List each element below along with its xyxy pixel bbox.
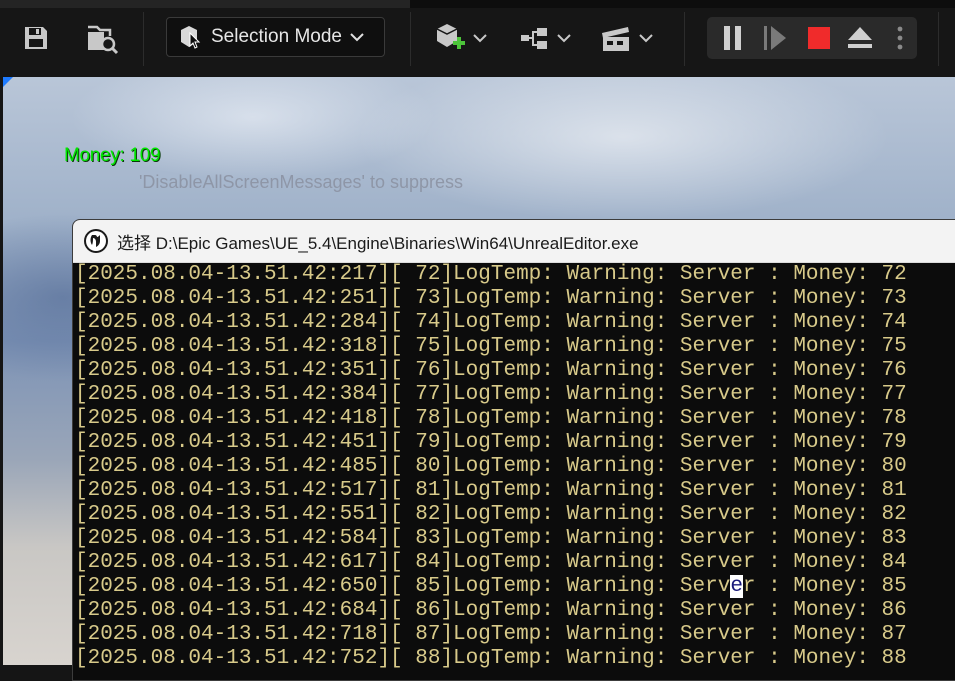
log-line-text: [2025.08.04-13.51.42:584][ 83]LogTemp: W… [75,527,907,550]
eject-button[interactable] [844,22,876,54]
stop-button[interactable] [803,22,835,54]
play-controls [707,17,917,59]
log-line-text: [2025.08.04-13.51.42:650][ 85]LogTemp: W… [75,575,731,598]
frame-skip-icon [764,26,786,50]
text-selection: e [730,575,743,598]
toolbar-separator [938,12,939,66]
save-button[interactable] [18,20,54,56]
mode-label: Selection Mode [211,26,342,47]
log-line-text: [2025.08.04-13.51.42:351][ 76]LogTemp: W… [75,359,907,382]
log-line: [2025.08.04-13.51.42:551][ 82]LogTemp: W… [75,503,907,527]
tab-strip-segment [0,0,410,8]
stop-icon [808,27,830,49]
console-titlebar[interactable]: 选择 D:\Epic Games\UE_5.4\Engine\Binaries\… [73,220,955,263]
log-line: [2025.08.04-13.51.42:284][ 74]LogTemp: W… [75,311,907,335]
log-line: [2025.08.04-13.51.42:684][ 86]LogTemp: W… [75,599,907,623]
suppress-hint: 'DisableAllScreenMessages' to suppress [139,172,464,192]
toolbar-separator [143,12,144,66]
mode-icon [181,26,201,49]
log-line-text: r : Money: 85 [742,575,907,598]
eject-icon [848,27,872,48]
log-line: [2025.08.04-13.51.42:485][ 80]LogTemp: W… [75,455,907,479]
log-line-text: [2025.08.04-13.51.42:684][ 86]LogTemp: W… [75,599,907,622]
toolbar-separator [410,12,411,66]
log-line: [2025.08.04-13.51.42:584][ 83]LogTemp: W… [75,527,907,551]
log-line: [2025.08.04-13.51.42:617][ 84]LogTemp: W… [75,551,907,575]
log-line-text: [2025.08.04-13.51.42:551][ 82]LogTemp: W… [75,503,907,526]
blueprint-icon [521,28,547,49]
log-line: [2025.08.04-13.51.42:318][ 75]LogTemp: W… [75,335,907,359]
log-line: [2025.08.04-13.51.42:351][ 76]LogTemp: W… [75,359,907,383]
log-line: [2025.08.04-13.51.42:251][ 73]LogTemp: W… [75,287,907,311]
browse-icon [88,25,119,55]
log-line: [2025.08.04-13.51.42:752][ 88]LogTemp: W… [75,647,907,671]
log-line: [2025.08.04-13.51.42:217][ 72]LogTemp: W… [75,263,907,287]
log-line-text: [2025.08.04-13.51.42:418][ 78]LogTemp: W… [75,407,907,430]
log-line-text: [2025.08.04-13.51.42:318][ 75]LogTemp: W… [75,335,907,358]
money-debug-message: Money: 109 [64,145,161,166]
cinematics-button[interactable] [596,20,656,56]
pause-button[interactable] [717,22,749,54]
add-actor-button[interactable] [430,20,490,56]
top-tab-strip [0,0,955,8]
add-actor-icon [436,24,465,49]
log-line-text: [2025.08.04-13.51.42:718][ 87]LogTemp: W… [75,623,907,646]
console-title: 选择 D:\Epic Games\UE_5.4\Engine\Binaries\… [117,233,639,253]
toolbar-separator [684,12,685,66]
console-window[interactable]: 选择 D:\Epic Games\UE_5.4\Engine\Binaries\… [72,219,955,681]
log-line-text: [2025.08.04-13.51.42:752][ 88]LogTemp: W… [75,647,907,670]
log-line: [2025.08.04-13.51.42:517][ 81]LogTemp: W… [75,479,907,503]
unreal-logo-icon [84,229,108,253]
log-line-text: [2025.08.04-13.51.42:485][ 80]LogTemp: W… [75,455,907,478]
viewport-focus-corner [3,77,13,87]
frame-skip-button[interactable] [760,22,792,54]
browse-button[interactable] [83,20,121,58]
chevron-down-icon [473,34,487,43]
pause-icon [724,26,741,50]
more-options-button[interactable] [889,22,911,54]
log-line-text: [2025.08.04-13.51.42:384][ 77]LogTemp: W… [75,383,907,406]
blueprint-button[interactable] [515,20,575,56]
log-line: [2025.08.04-13.51.42:384][ 77]LogTemp: W… [75,383,907,407]
chevron-down-icon [557,34,571,43]
log-line-text: [2025.08.04-13.51.42:617][ 84]LogTemp: W… [75,551,907,574]
log-line: [2025.08.04-13.51.42:718][ 87]LogTemp: W… [75,623,907,647]
log-line-text: [2025.08.04-13.51.42:451][ 79]LogTemp: W… [75,431,907,454]
log-line-text: [2025.08.04-13.51.42:251][ 73]LogTemp: W… [75,287,907,310]
chevron-down-icon [350,33,364,42]
more-icon [897,26,903,50]
selection-mode-dropdown[interactable]: Selection Mode [166,17,385,57]
save-icon [25,27,47,49]
log-line: [2025.08.04-13.51.42:451][ 79]LogTemp: W… [75,431,907,455]
log-line-text: [2025.08.04-13.51.42:284][ 74]LogTemp: W… [75,311,907,334]
console-log[interactable]: [2025.08.04-13.51.42:217][ 72]LogTemp: W… [75,263,907,671]
log-line-text: [2025.08.04-13.51.42:517][ 81]LogTemp: W… [75,479,907,502]
log-line-text: [2025.08.04-13.51.42:217][ 72]LogTemp: W… [75,263,907,286]
log-line: [2025.08.04-13.51.42:418][ 78]LogTemp: W… [75,407,907,431]
log-line: [2025.08.04-13.51.42:650][ 85]LogTemp: W… [75,575,907,599]
chevron-down-icon [639,34,653,43]
cinematics-icon [602,27,629,51]
main-toolbar: Selection Mode [0,0,955,76]
